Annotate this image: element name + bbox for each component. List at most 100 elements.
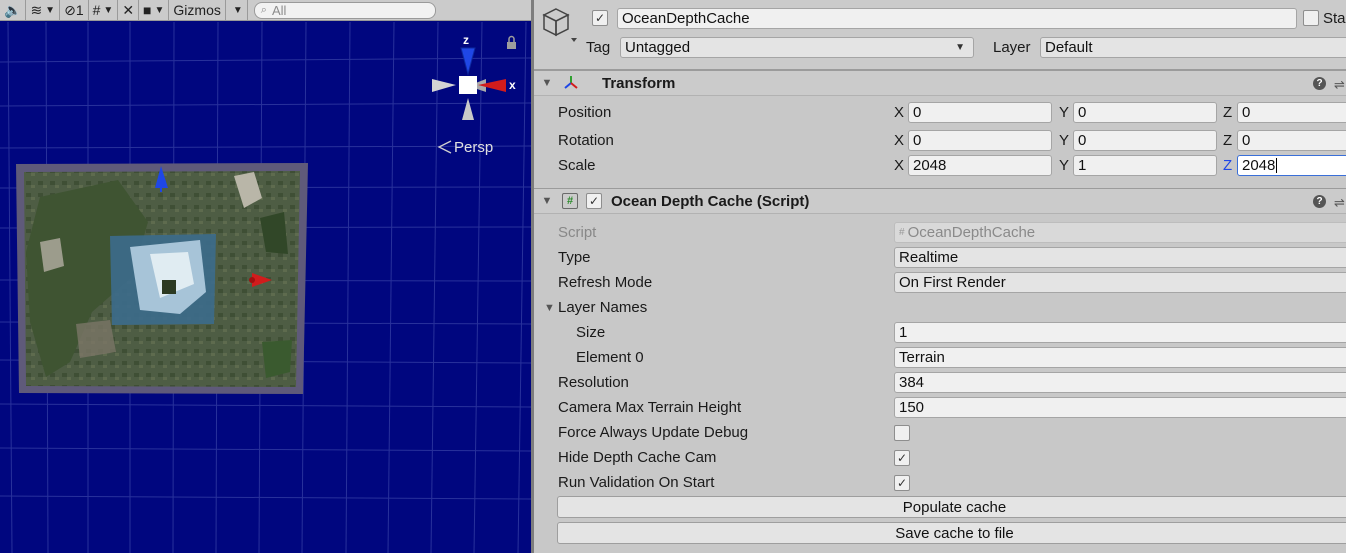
- position-z-field[interactable]: 0: [1237, 102, 1346, 123]
- scene-canvas[interactable]: z x Persp: [0, 22, 531, 553]
- chevron-down-icon: ▼: [955, 42, 965, 53]
- transform-header[interactable]: ▼ Transform ? ⇌: [534, 70, 1346, 96]
- camera-max-terrain-height-label: Camera Max Terrain Height: [558, 399, 742, 416]
- help-icon[interactable]: ?: [1313, 194, 1326, 208]
- rotation-x-axis-label[interactable]: X: [894, 132, 904, 149]
- foldout-arrow-icon[interactable]: ▼: [544, 302, 555, 314]
- tag-label: Tag: [586, 39, 611, 56]
- layers-icon: ≋: [30, 1, 43, 18]
- scene-search-input[interactable]: ⌕ All: [253, 1, 436, 19]
- foldout-arrow-icon[interactable]: ▼: [540, 77, 554, 89]
- scene-view[interactable]: 🔈 ≋ ▼ ⊘ 1 # ▼ ✕ ■ ▼ Gizmos ▼ ⌕ All z x P…: [0, 0, 531, 553]
- save-cache-button[interactable]: Save cache to file: [557, 522, 1346, 544]
- settings-menu-icon[interactable]: ⇌: [1334, 195, 1346, 210]
- rotation-z-field[interactable]: 0: [1237, 130, 1346, 151]
- camera-max-terrain-height-field[interactable]: 150: [894, 397, 1346, 418]
- layer-dropdown[interactable]: Default: [1040, 37, 1346, 58]
- check-icon: ✓: [896, 450, 908, 465]
- check-icon: ✓: [588, 194, 600, 208]
- gizmos-label: Gizmos: [173, 2, 221, 18]
- position-y-field[interactable]: 0: [1073, 102, 1217, 123]
- refresh-mode-value: On First Render: [899, 274, 1006, 291]
- scale-x-field[interactable]: 2048: [908, 155, 1052, 176]
- scale-y-axis-label[interactable]: Y: [1059, 157, 1069, 174]
- effects-dropdown[interactable]: ≋ ▼: [26, 0, 61, 21]
- element0-field[interactable]: Terrain: [894, 347, 1346, 368]
- projection-toggle[interactable]: Persp: [437, 139, 493, 156]
- gizmos-dropdown[interactable]: Gizmos: [169, 0, 226, 21]
- inspector-panel: ✓ OceanDepthCache Sta Tag Untagged ▼ Laye…: [534, 0, 1346, 553]
- rotation-x-field[interactable]: 0: [908, 130, 1052, 151]
- tools-toggle-button[interactable]: ✕: [118, 0, 140, 21]
- gizmos-menu-button[interactable]: ▼: [226, 0, 248, 21]
- element0-row: Element 0 Terrain: [534, 345, 1346, 370]
- scale-y-field[interactable]: 1: [1073, 155, 1217, 176]
- rotation-row: Rotation X 0 Y 0 Z 0: [534, 128, 1346, 153]
- save-cache-label: Save cache to file: [895, 524, 1014, 542]
- resolution-label: Resolution: [558, 374, 629, 391]
- scale-x-axis-label[interactable]: X: [894, 157, 904, 174]
- help-icon[interactable]: ?: [1313, 76, 1326, 90]
- rotation-label: Rotation: [558, 132, 614, 149]
- position-y-axis-label[interactable]: Y: [1059, 104, 1069, 121]
- script-hash-icon: #: [562, 193, 578, 209]
- lock-icon[interactable]: [507, 42, 516, 49]
- run-validation-on-start-checkbox[interactable]: ✓: [894, 474, 910, 491]
- static-checkbox[interactable]: [1303, 10, 1319, 26]
- populate-cache-button[interactable]: Populate cache: [557, 496, 1346, 518]
- position-x-value: 0: [913, 104, 922, 121]
- refresh-mode-dropdown[interactable]: On First Render: [894, 272, 1346, 293]
- gizmo-z-label: z: [463, 33, 469, 47]
- chevron-down-icon: ▼: [45, 4, 56, 16]
- check-icon: ✓: [896, 475, 908, 490]
- hide-depth-cache-cam-label: Hide Depth Cache Cam: [558, 449, 717, 466]
- scene-visibility-button[interactable]: ⊘ 1: [60, 0, 89, 21]
- position-x-axis-label[interactable]: X: [894, 104, 904, 121]
- rotation-y-value: 0: [1078, 132, 1087, 149]
- scale-x-value: 2048: [913, 157, 947, 174]
- audio-toggle-button[interactable]: 🔈: [0, 0, 27, 21]
- tag-dropdown[interactable]: Untagged ▼: [620, 37, 974, 58]
- size-value: 1: [899, 324, 908, 341]
- force-always-update-debug-label: Force Always Update Debug: [558, 424, 749, 441]
- size-field[interactable]: 1: [894, 322, 1346, 343]
- foldout-arrow-icon[interactable]: ▼: [540, 195, 554, 207]
- force-always-update-debug-checkbox[interactable]: [894, 424, 910, 441]
- check-icon: ✓: [594, 11, 606, 25]
- ocean-depth-cache-header[interactable]: ▼ # ✓ Ocean Depth Cache (Script) ? ⇌: [534, 188, 1346, 214]
- component-enabled-checkbox[interactable]: ✓: [586, 193, 602, 209]
- refresh-mode-row: Refresh Mode On First Render: [534, 270, 1346, 295]
- active-checkbox[interactable]: ✓: [592, 10, 608, 26]
- transform-icon: [564, 76, 578, 89]
- type-dropdown[interactable]: Realtime: [894, 247, 1346, 268]
- position-x-field[interactable]: 0: [908, 102, 1052, 123]
- run-validation-on-start-label: Run Validation On Start: [558, 474, 715, 491]
- gameobject-cube-icon: [542, 8, 577, 42]
- layer-names-row[interactable]: ▼ Layer Names: [534, 295, 1346, 320]
- rotation-y-axis-label[interactable]: Y: [1059, 132, 1069, 149]
- resolution-field[interactable]: 384: [894, 372, 1346, 393]
- scale-z-axis-label[interactable]: Z: [1223, 157, 1232, 174]
- camera-icon: ■: [143, 2, 152, 18]
- element0-value: Terrain: [899, 349, 945, 366]
- orientation-gizmo[interactable]: z x: [432, 33, 516, 120]
- script-value: OceanDepthCache: [907, 224, 1036, 241]
- rotation-y-field[interactable]: 0: [1073, 130, 1217, 151]
- position-z-axis-label[interactable]: Z: [1223, 104, 1232, 121]
- tag-value: Untagged: [625, 39, 691, 56]
- hide-depth-cache-cam-checkbox[interactable]: ✓: [894, 449, 910, 466]
- scale-row: Scale X 2048 Y 1 Z 2048: [534, 153, 1346, 178]
- camera-max-terrain-height-value: 150: [899, 399, 925, 416]
- size-row: Size 1: [534, 320, 1346, 345]
- grid-icon: #: [92, 2, 101, 18]
- rotation-z-axis-label[interactable]: Z: [1223, 132, 1232, 149]
- type-row: Type Realtime: [534, 245, 1346, 270]
- settings-menu-icon[interactable]: ⇌: [1334, 77, 1346, 92]
- scale-y-value: 1: [1078, 157, 1087, 174]
- camera-dropdown[interactable]: ■ ▼: [139, 0, 170, 21]
- object-name-field[interactable]: OceanDepthCache: [617, 8, 1297, 29]
- size-label: Size: [576, 324, 606, 341]
- scale-z-field[interactable]: 2048: [1237, 155, 1346, 176]
- grid-toggle-button[interactable]: # ▼: [89, 0, 119, 21]
- hidden-count: 1: [75, 2, 84, 18]
